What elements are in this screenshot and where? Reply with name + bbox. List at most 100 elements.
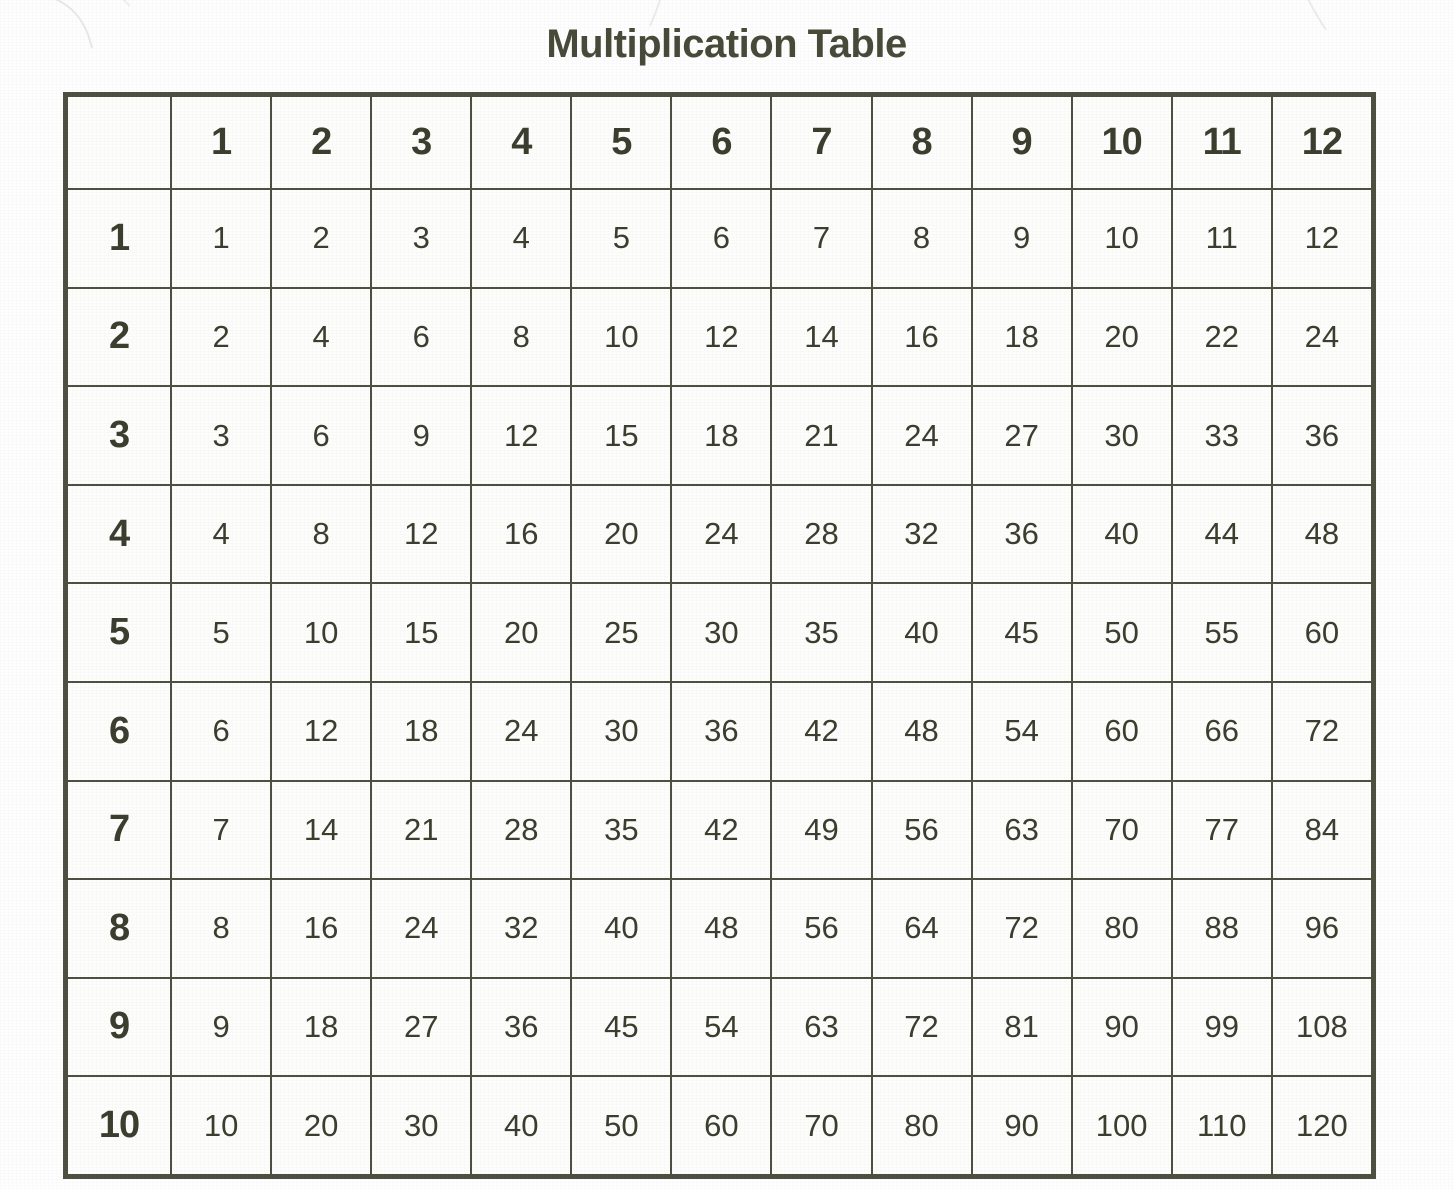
product-cell-10x2: 20 [270,1075,373,1176]
table-row: 9 9 18 27 36 45 54 63 72 81 90 99 108 [65,976,1374,1078]
product-cell-6x2: 12 [270,680,373,782]
row-header-5: 5 [65,582,173,683]
product-cell-4x7: 28 [770,483,873,585]
product-cell-8x8: 64 [870,878,973,979]
product-cell-4x10: 40 [1070,483,1173,585]
product-cell-4x4: 16 [470,483,573,585]
product-cell-2x2: 4 [270,286,373,388]
product-cell-8x4: 32 [470,878,573,979]
product-cell-6x9: 54 [970,680,1073,782]
table-row: 8 8 16 24 32 40 48 56 64 72 80 88 96 [65,878,1374,979]
product-cell-6x1: 6 [170,680,273,782]
product-cell-2x5: 10 [570,286,673,388]
table-row: 3 3 6 9 12 15 18 21 24 27 30 33 36 [65,385,1374,486]
multiplication-table: 1 2 3 4 5 6 7 8 9 10 11 12 1 1 2 3 4 5 6 7 8 9 10 11 12 2 2 4 6 8 10 12… [63,92,1376,1179]
product-cell-8x2: 16 [270,878,373,979]
product-cell-8x10: 80 [1070,878,1173,979]
product-cell-4x11: 44 [1170,483,1273,585]
product-cell-5x5: 25 [570,582,673,683]
product-cell-5x1: 5 [170,582,273,683]
column-header-11: 11 [1170,94,1273,191]
product-cell-5x3: 15 [370,582,473,683]
product-cell-2x3: 6 [370,286,473,388]
product-cell-9x7: 63 [770,976,873,1078]
corner-cell [65,94,173,191]
column-header-12: 12 [1270,94,1374,191]
product-cell-9x8: 72 [870,976,973,1078]
product-cell-9x1: 9 [170,976,273,1078]
product-cell-8x3: 24 [370,878,473,979]
product-cell-1x8: 8 [870,188,973,289]
product-cell-7x11: 77 [1170,779,1273,881]
column-header-1: 1 [170,94,273,191]
product-cell-9x6: 54 [670,976,773,1078]
product-cell-5x2: 10 [270,582,373,683]
row-header-1: 1 [65,188,173,289]
row-header-10: 10 [65,1075,173,1176]
product-cell-4x9: 36 [970,483,1073,585]
product-cell-9x12: 108 [1270,976,1374,1078]
product-cell-6x6: 36 [670,680,773,782]
product-cell-9x2: 18 [270,976,373,1078]
product-cell-3x9: 27 [970,385,1073,486]
product-cell-3x11: 33 [1170,385,1273,486]
product-cell-3x12: 36 [1270,385,1374,486]
product-cell-3x4: 12 [470,385,573,486]
product-cell-3x3: 9 [370,385,473,486]
product-cell-4x1: 4 [170,483,273,585]
table-row: 2 2 4 6 8 10 12 14 16 18 20 22 24 [65,286,1374,388]
product-cell-6x4: 24 [470,680,573,782]
product-cell-10x1: 10 [170,1075,273,1176]
product-cell-9x4: 36 [470,976,573,1078]
product-cell-6x11: 66 [1170,680,1273,782]
product-cell-1x4: 4 [470,188,573,289]
table-row: 1 1 2 3 4 5 6 7 8 9 10 11 12 [65,188,1374,289]
table-row: 7 7 14 21 28 35 42 49 56 63 70 77 84 [65,779,1374,881]
product-cell-6x5: 30 [570,680,673,782]
row-header-2: 2 [65,286,173,388]
product-cell-4x12: 48 [1270,483,1374,585]
product-cell-7x8: 56 [870,779,973,881]
product-cell-1x1: 1 [170,188,273,289]
product-cell-1x11: 11 [1170,188,1273,289]
product-cell-10x6: 60 [670,1075,773,1176]
product-cell-4x8: 32 [870,483,973,585]
worksheet-page: Multiplication Table 1 2 3 4 5 6 7 8 9 10 11 12 1 1 2 3… [0,0,1453,1189]
product-cell-2x1: 2 [170,286,273,388]
product-cell-3x6: 18 [670,385,773,486]
product-cell-5x6: 30 [670,582,773,683]
product-cell-9x11: 99 [1170,976,1273,1078]
product-cell-1x6: 6 [670,188,773,289]
table-row: 10 10 20 30 40 50 60 70 80 90 100 110 120 [65,1075,1374,1176]
product-cell-5x7: 35 [770,582,873,683]
product-cell-1x12: 12 [1270,188,1374,289]
product-cell-6x10: 60 [1070,680,1173,782]
product-cell-4x2: 8 [270,483,373,585]
column-header-6: 6 [670,94,773,191]
product-cell-10x10: 100 [1070,1075,1173,1176]
product-cell-7x10: 70 [1070,779,1173,881]
product-cell-9x9: 81 [970,976,1073,1078]
product-cell-10x4: 40 [470,1075,573,1176]
row-header-4: 4 [65,483,173,585]
column-header-8: 8 [870,94,973,191]
column-header-4: 4 [470,94,573,191]
row-header-7: 7 [65,779,173,881]
product-cell-2x12: 24 [1270,286,1374,388]
product-cell-10x11: 110 [1170,1075,1273,1176]
product-cell-7x1: 7 [170,779,273,881]
column-header-10: 10 [1070,94,1173,191]
product-cell-10x12: 120 [1270,1075,1374,1176]
product-cell-5x8: 40 [870,582,973,683]
product-cell-2x9: 18 [970,286,1073,388]
product-cell-2x4: 8 [470,286,573,388]
product-cell-1x7: 7 [770,188,873,289]
product-cell-3x1: 3 [170,385,273,486]
table-row: 6 6 12 18 24 30 36 42 48 54 60 66 72 [65,680,1374,782]
table-row: 4 4 8 12 16 20 24 28 32 36 40 44 48 [65,483,1374,585]
column-header-3: 3 [370,94,473,191]
row-header-8: 8 [65,878,173,979]
product-cell-7x3: 21 [370,779,473,881]
product-cell-2x6: 12 [670,286,773,388]
product-cell-7x12: 84 [1270,779,1374,881]
